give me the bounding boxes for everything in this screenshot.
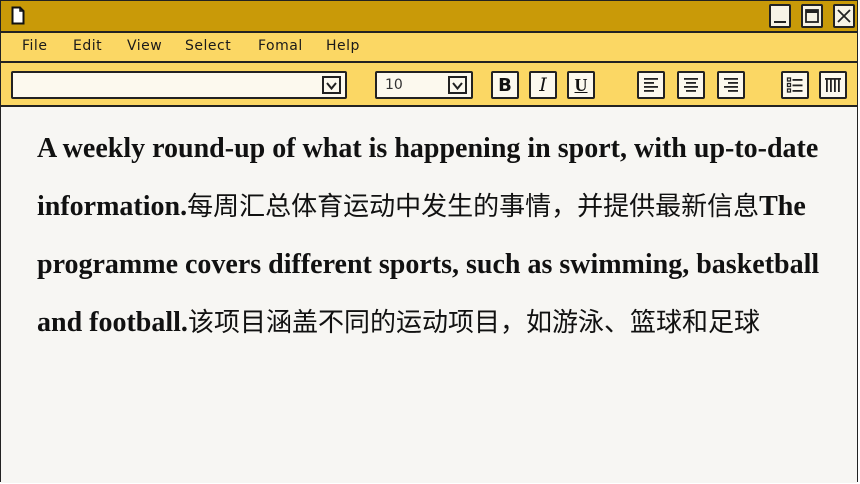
chevron-down-icon [326, 82, 337, 91]
chevron-down-icon [452, 82, 463, 91]
font-size-value: 10 [385, 77, 403, 93]
italic-button[interactable]: I [529, 71, 557, 99]
close-button[interactable] [833, 4, 855, 28]
align-center-button[interactable] [677, 71, 705, 99]
document-area[interactable]: A weekly round-up of what is happening i… [1, 107, 857, 483]
bold-button[interactable]: B [491, 71, 519, 99]
format-toolbar: 10 B I U [1, 63, 857, 107]
menu-file[interactable]: File [22, 38, 47, 54]
document-icon [11, 6, 25, 25]
menu-help[interactable]: Help [326, 38, 360, 54]
bold-label: B [498, 74, 512, 96]
menu-view[interactable]: View [127, 38, 162, 54]
align-left-button[interactable] [637, 71, 665, 99]
minimize-button[interactable] [769, 4, 791, 28]
italic-label: I [539, 74, 547, 96]
menu-select[interactable]: Select [185, 38, 231, 54]
columns-icon [825, 78, 841, 92]
menu-edit[interactable]: Edit [73, 38, 102, 54]
maximize-button[interactable] [801, 4, 823, 28]
title-bar [1, 1, 857, 33]
columns-button[interactable] [819, 71, 847, 99]
text-segment-zh: 该项目涵盖不同的运动项目，如游泳、篮球和足球 [187, 308, 760, 338]
align-center-icon [684, 78, 698, 92]
underline-label: U [574, 74, 588, 95]
font-family-dropdown[interactable] [322, 76, 341, 94]
align-left-icon [644, 78, 658, 92]
bullet-list-icon [786, 77, 803, 93]
close-icon [837, 9, 851, 23]
bullet-list-button[interactable] [781, 71, 809, 99]
font-family-select[interactable] [11, 71, 347, 99]
font-size-dropdown[interactable] [448, 76, 467, 94]
minimize-icon [774, 21, 786, 23]
underline-button[interactable]: U [567, 71, 595, 99]
editor-window: File Edit View Select Fomal Help 10 B I … [0, 0, 858, 483]
menu-format[interactable]: Fomal [258, 38, 303, 54]
font-size-select[interactable]: 10 [375, 71, 473, 99]
text-segment-zh: 每周汇总体育运动中发生的事情，并提供最新信息 [187, 192, 760, 222]
maximize-icon [805, 9, 819, 23]
document-text: A weekly round-up of what is happening i… [37, 120, 837, 352]
menu-bar: File Edit View Select Fomal Help [1, 33, 857, 63]
align-right-button[interactable] [717, 71, 745, 99]
align-right-icon [724, 78, 738, 92]
